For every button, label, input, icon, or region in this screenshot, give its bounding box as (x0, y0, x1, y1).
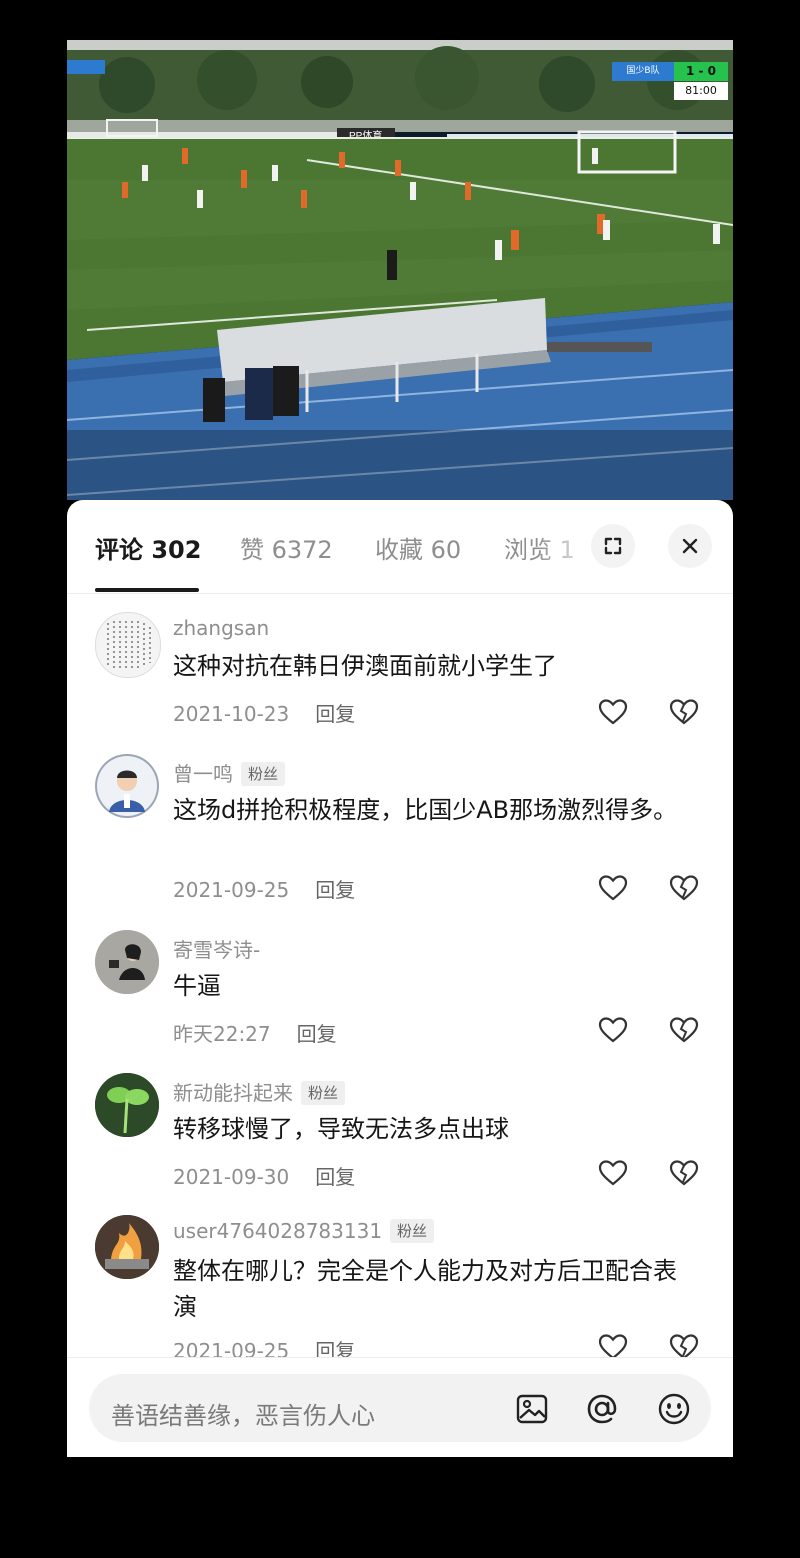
comment-sheet: 评论 302 赞 6372 收藏 60 浏览 1 (67, 500, 733, 1457)
avatar[interactable] (95, 612, 161, 678)
reply-button[interactable]: 回复 (315, 878, 355, 902)
dislike-heart-icon[interactable] (668, 1157, 700, 1189)
close-button[interactable] (668, 524, 712, 568)
score-team: 国少B队 (612, 62, 674, 81)
comment-text: 牛逼 (173, 972, 221, 1000)
match-clock: 81:00 (674, 82, 728, 100)
expand-icon (604, 537, 622, 555)
like-heart-icon[interactable] (597, 872, 629, 904)
comment-meta: 2021-09-25 回复 (173, 874, 355, 903)
emoji-icon[interactable] (657, 1392, 691, 1426)
comment-date: 2021-09-25 (173, 878, 290, 902)
like-heart-icon[interactable] (597, 1014, 629, 1046)
tab-underline (95, 588, 199, 592)
tab-comments[interactable]: 评论 302 (95, 530, 201, 565)
close-icon (682, 538, 698, 554)
comment-text: 转移球慢了，导致无法多点出球 (173, 1115, 509, 1143)
dislike-heart-icon[interactable] (668, 1014, 700, 1046)
match-footage: PP体育 (67, 40, 733, 500)
comment-input-bar: 善语结善缘，恶言伤人心 (67, 1357, 733, 1457)
image-icon[interactable] (515, 1392, 549, 1426)
avatar[interactable] (95, 1215, 159, 1279)
video-player[interactable]: PP体育 国少B队 1 - 0 81:00 (67, 40, 733, 500)
reply-button[interactable]: 回复 (297, 1022, 337, 1046)
like-heart-icon[interactable] (597, 696, 629, 728)
score: 1 - 0 (674, 62, 728, 81)
comment-date: 昨天22:27 (173, 1022, 271, 1046)
tab-bar: 评论 302 赞 6372 收藏 60 浏览 1 (67, 500, 733, 594)
comment-username[interactable]: user4764028783131 粉丝 (173, 1219, 435, 1243)
reply-button[interactable]: 回复 (315, 702, 355, 726)
comment-text: 这种对抗在韩日伊澳面前就小学生了 (173, 652, 557, 680)
tab-likes[interactable]: 赞 6372 (240, 530, 333, 565)
comment-meta: 2021-09-30 回复 (173, 1161, 355, 1190)
avatar[interactable] (95, 754, 159, 818)
tab-favorites[interactable]: 收藏 60 (375, 530, 461, 565)
comment-meta: 2021-10-23 回复 (173, 698, 355, 727)
comment-username[interactable]: zhangsan (173, 616, 269, 640)
fan-badge: 粉丝 (301, 1081, 346, 1105)
tab-fade (537, 520, 597, 580)
comment-meta: 昨天22:27 回复 (173, 1018, 337, 1047)
comment-username[interactable]: 曾一鸣 粉丝 (173, 758, 286, 787)
comment-text: 整体在哪儿？完全是个人能力及对方后卫配合表演 (173, 1257, 677, 1321)
comment-text: 这场d拼抢积极程度，比国少AB那场激烈得多。 (173, 796, 678, 824)
avatar[interactable] (95, 1073, 159, 1137)
like-heart-icon[interactable] (597, 1157, 629, 1189)
comment-date: 2021-10-23 (173, 702, 290, 726)
reply-button[interactable]: 回复 (315, 1165, 355, 1189)
dislike-heart-icon[interactable] (668, 872, 700, 904)
broadcast-tag (67, 60, 105, 74)
avatar[interactable] (95, 930, 159, 994)
fan-badge: 粉丝 (390, 1219, 435, 1243)
expand-button[interactable] (591, 524, 635, 568)
dislike-heart-icon[interactable] (668, 696, 700, 728)
comment-username[interactable]: 新动能抖起来 粉丝 (173, 1077, 346, 1106)
fan-badge: 粉丝 (241, 762, 286, 786)
mention-icon[interactable] (585, 1392, 619, 1426)
comment-input[interactable]: 善语结善缘，恶言伤人心 (89, 1374, 711, 1442)
comment-username[interactable]: 寄雪岑诗- (173, 934, 260, 963)
comment-date: 2021-09-30 (173, 1165, 290, 1189)
comment-input-placeholder: 善语结善缘，恶言伤人心 (111, 1402, 375, 1430)
